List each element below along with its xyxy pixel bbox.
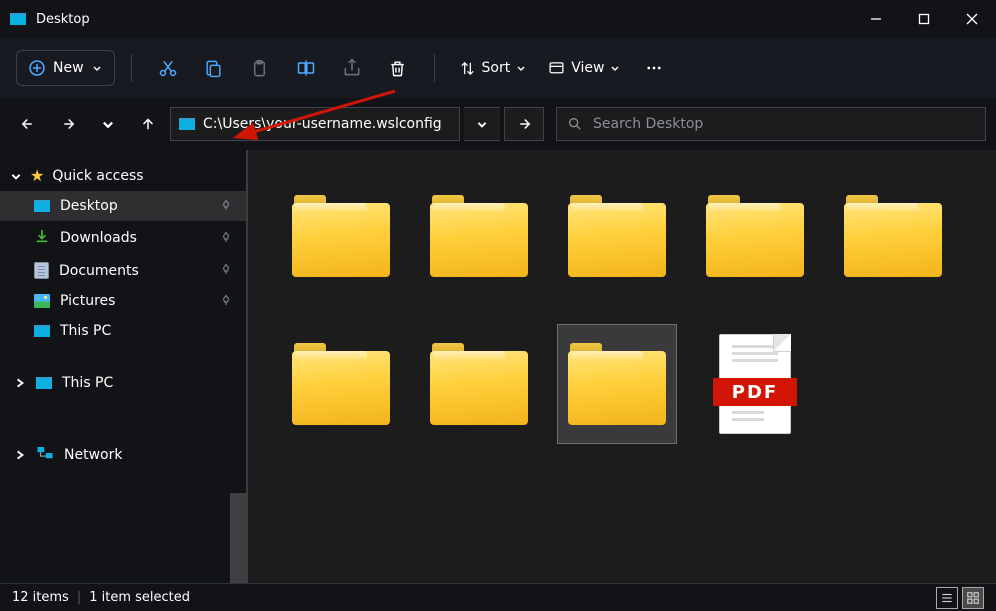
sidebar-item-label: Pictures	[60, 293, 115, 309]
sidebar-item-downloads[interactable]: Downloads	[0, 221, 246, 255]
nav-pane: ★ Quick access Desktop Downloads	[0, 150, 248, 583]
pin-icon	[220, 199, 232, 214]
cut-button[interactable]	[148, 48, 188, 88]
new-button-label: New	[53, 60, 84, 76]
search-icon	[567, 116, 583, 132]
sidebar-item-documents[interactable]: Documents	[0, 255, 246, 286]
items-view[interactable]: PDF	[248, 150, 996, 583]
sidebar-item-label: Desktop	[60, 198, 118, 214]
share-button[interactable]	[332, 48, 372, 88]
chevron-right-icon	[14, 449, 26, 461]
monitor-icon	[36, 377, 52, 389]
forward-button[interactable]	[50, 106, 86, 142]
new-button[interactable]: New	[16, 50, 115, 86]
file-item-pdf[interactable]: PDF	[695, 324, 815, 444]
maximize-button[interactable]	[900, 0, 948, 38]
sidebar-item-label: Downloads	[60, 230, 137, 246]
nav-bar: C:\Users\your-username.wslconfig	[0, 98, 996, 150]
close-button[interactable]	[948, 0, 996, 38]
sidebar-group-network[interactable]: Network	[0, 438, 246, 472]
folder-icon	[430, 195, 528, 277]
status-item-count: 12 items	[12, 590, 69, 605]
copy-button[interactable]	[194, 48, 234, 88]
search-box[interactable]	[556, 107, 986, 141]
star-icon: ★	[30, 166, 44, 185]
view-button-label: View	[571, 60, 604, 76]
pin-icon	[220, 263, 232, 278]
sidebar-scrollbar[interactable]	[230, 493, 246, 583]
sort-button-label: Sort	[482, 60, 511, 76]
window-icon	[10, 13, 26, 25]
separator	[131, 54, 132, 82]
network-icon	[36, 445, 54, 465]
folder-icon	[568, 195, 666, 277]
folder-icon	[292, 195, 390, 277]
file-item-folder[interactable]	[281, 324, 401, 444]
address-text: C:\Users\your-username.wslconfig	[203, 116, 442, 132]
thumbnails-view-toggle[interactable]	[962, 587, 984, 609]
up-button[interactable]	[130, 106, 166, 142]
folder-icon	[568, 343, 666, 425]
address-bar[interactable]: C:\Users\your-username.wslconfig	[170, 107, 460, 141]
file-item-folder[interactable]	[833, 176, 953, 296]
recent-locations-button[interactable]	[90, 106, 126, 142]
pictures-icon	[34, 294, 50, 308]
paste-button[interactable]	[240, 48, 280, 88]
folder-icon	[430, 343, 528, 425]
chevron-down-icon	[10, 170, 22, 182]
chevron-right-icon	[14, 377, 26, 389]
file-item-folder[interactable]	[419, 324, 539, 444]
back-button[interactable]	[10, 106, 46, 142]
sidebar-group-label: Network	[64, 447, 122, 463]
more-button[interactable]	[634, 48, 674, 88]
view-button[interactable]: View	[540, 48, 628, 88]
sidebar-item-label: This PC	[60, 323, 111, 339]
downloads-icon	[34, 228, 50, 248]
documents-icon	[34, 262, 49, 279]
sidebar-group-label: This PC	[62, 375, 113, 391]
search-input[interactable]	[593, 116, 975, 132]
pin-icon	[220, 231, 232, 246]
sort-button[interactable]: Sort	[451, 48, 535, 88]
file-item-folder[interactable]	[419, 176, 539, 296]
title-bar: Desktop	[0, 0, 996, 38]
status-selection: 1 item selected	[89, 590, 190, 605]
folder-icon	[292, 343, 390, 425]
rename-button[interactable]	[286, 48, 326, 88]
sidebar-item-pictures[interactable]: Pictures	[0, 286, 246, 316]
folder-icon	[844, 195, 942, 277]
file-item-folder[interactable]	[281, 176, 401, 296]
quick-access-label: Quick access	[52, 168, 143, 184]
minimize-button[interactable]	[852, 0, 900, 38]
pin-icon	[220, 294, 232, 309]
monitor-icon	[34, 325, 50, 337]
address-icon	[179, 118, 195, 130]
delete-button[interactable]	[378, 48, 418, 88]
sidebar-item-desktop[interactable]: Desktop	[0, 191, 246, 221]
window-title: Desktop	[36, 12, 90, 27]
command-bar: New Sort View	[0, 38, 996, 98]
address-history-button[interactable]	[464, 107, 500, 141]
sidebar-item-thispc[interactable]: This PC	[0, 316, 246, 346]
pdf-icon: PDF	[713, 334, 797, 434]
folder-icon	[706, 195, 804, 277]
file-item-folder[interactable]	[557, 324, 677, 444]
details-view-toggle[interactable]	[936, 587, 958, 609]
desktop-icon	[34, 200, 50, 212]
file-item-folder[interactable]	[557, 176, 677, 296]
status-bar: 12 items | 1 item selected	[0, 583, 996, 611]
address-go-button[interactable]	[504, 107, 544, 141]
separator	[434, 54, 435, 82]
file-item-folder[interactable]	[695, 176, 815, 296]
sidebar-group-thispc[interactable]: This PC	[0, 368, 246, 398]
sidebar-item-label: Documents	[59, 263, 139, 279]
quick-access-header[interactable]: ★ Quick access	[0, 160, 246, 191]
